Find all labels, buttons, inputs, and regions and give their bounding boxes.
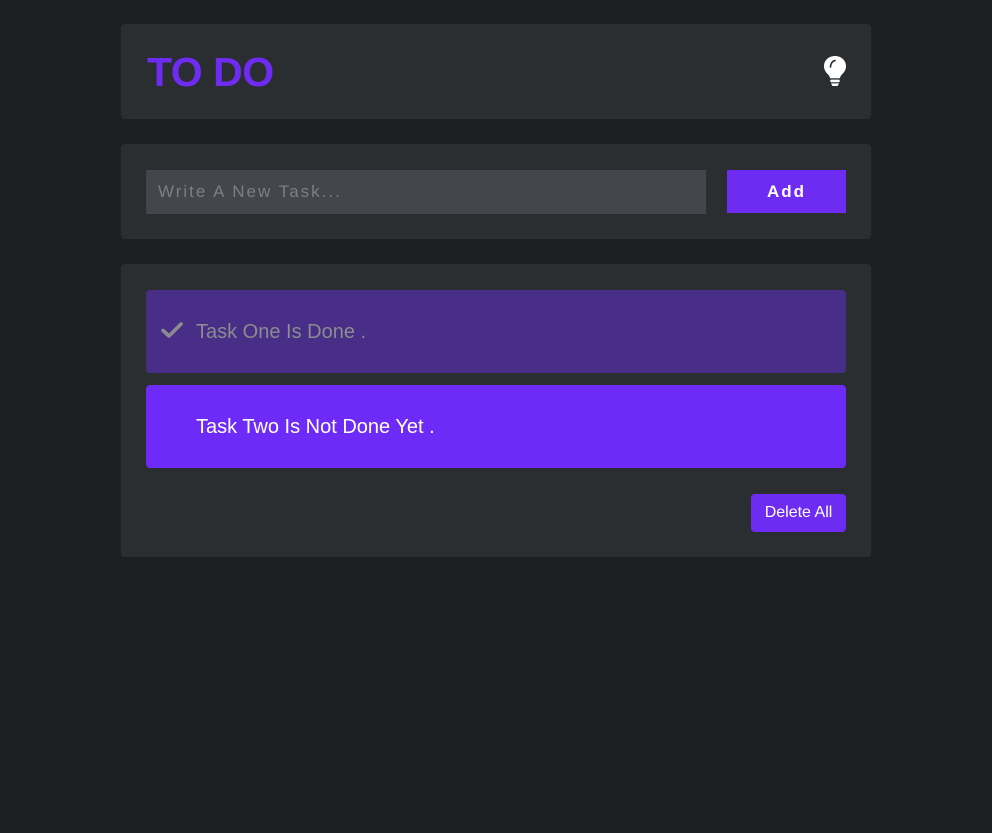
- lightbulb-icon[interactable]: [821, 55, 849, 87]
- tasks-card: Task One Is Done . Task Two Is Not Done …: [121, 264, 871, 557]
- task-text: Task Two Is Not Done Yet .: [196, 416, 435, 438]
- task-item-pending[interactable]: Task Two Is Not Done Yet .: [146, 385, 846, 468]
- new-task-input[interactable]: [146, 170, 706, 214]
- task-item-done[interactable]: Task One Is Done .: [146, 290, 846, 373]
- delete-all-button[interactable]: Delete All: [751, 494, 846, 532]
- check-icon: [161, 321, 183, 339]
- task-text: Task One Is Done .: [196, 321, 367, 343]
- page-title: TO DO: [147, 49, 274, 95]
- header-card: TO DO: [121, 24, 871, 119]
- new-task-card: Add: [121, 144, 871, 239]
- add-button[interactable]: Add: [727, 170, 846, 213]
